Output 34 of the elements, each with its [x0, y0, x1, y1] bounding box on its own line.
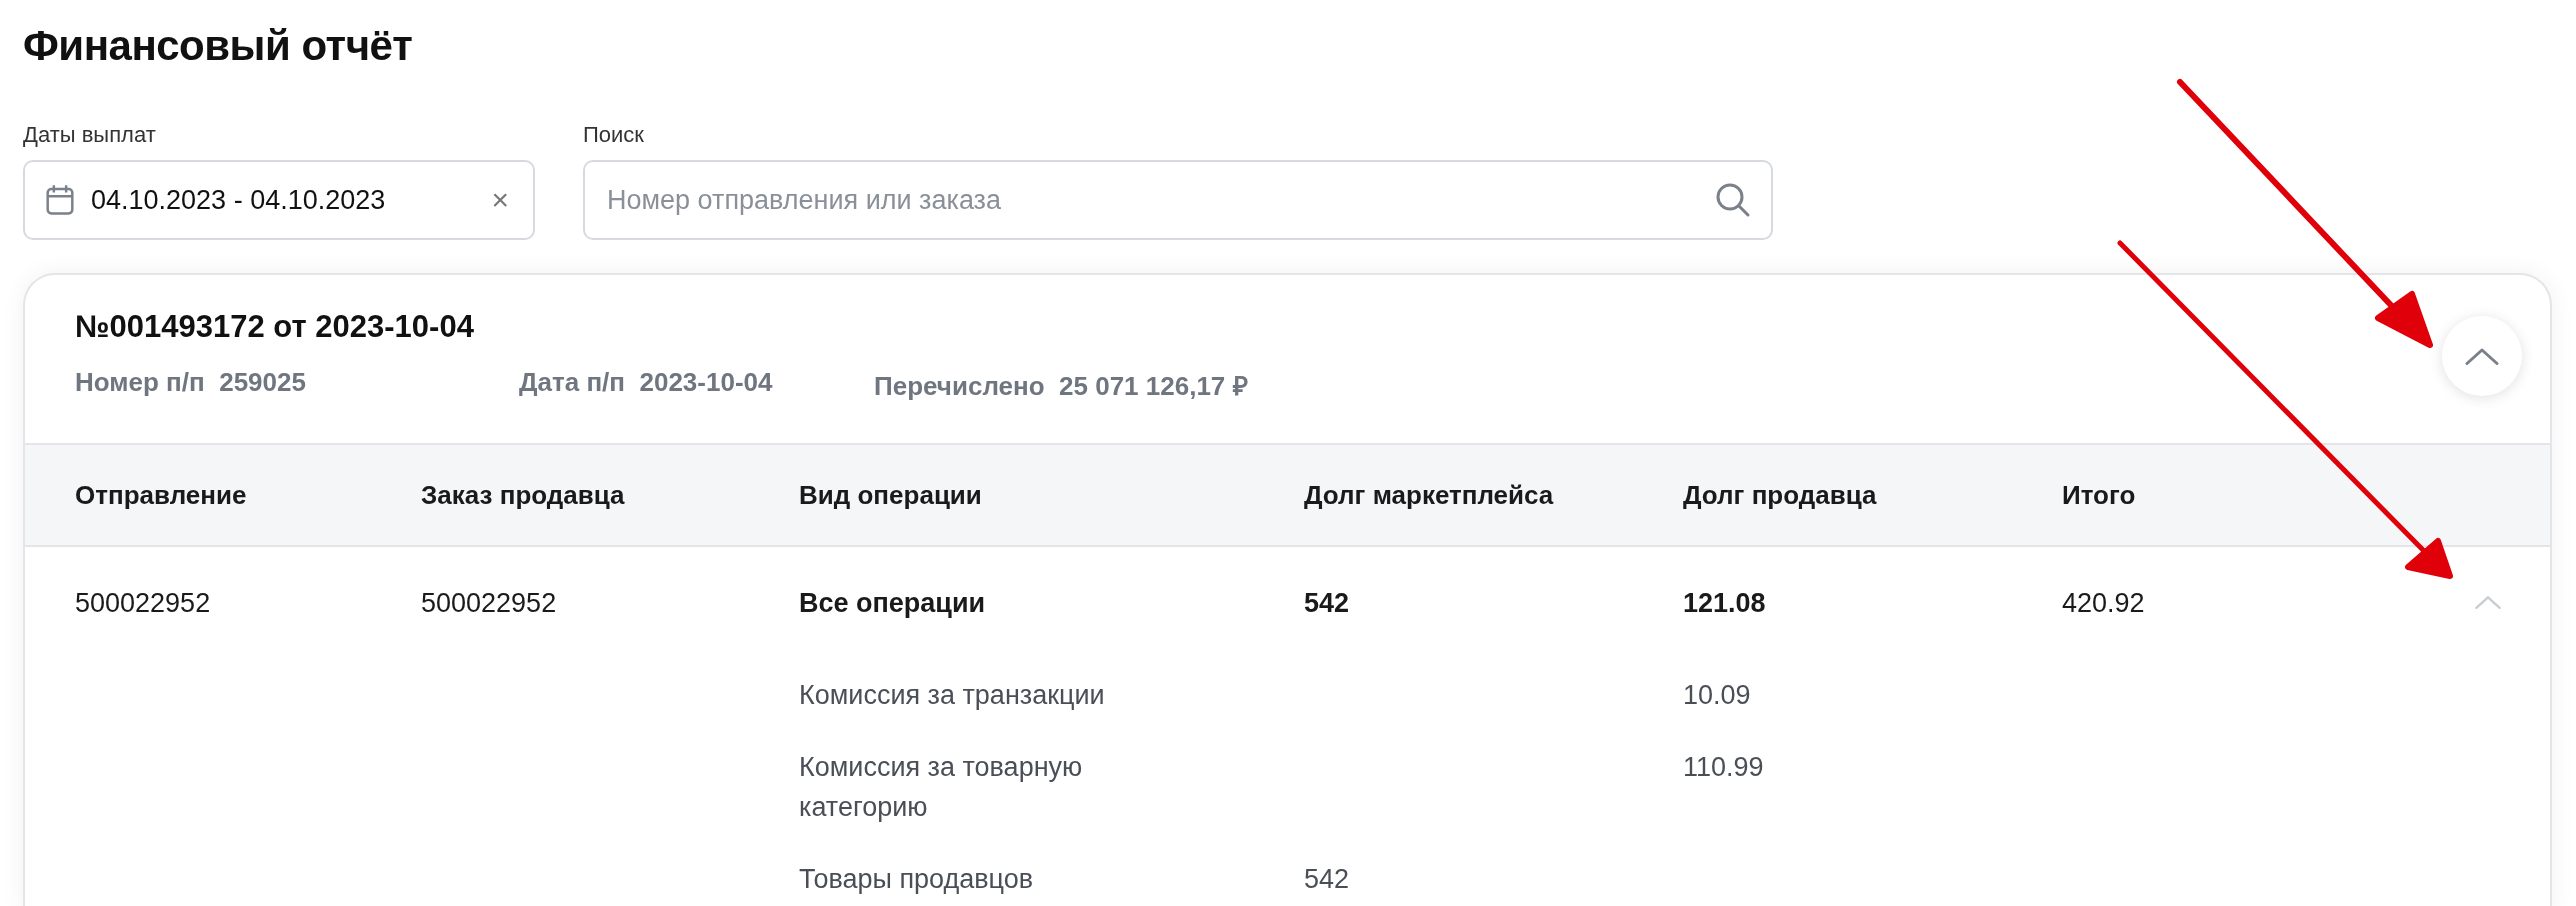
table-cell-text: Все операции	[799, 587, 987, 620]
search-input[interactable]: Номер отправления или заказа	[605, 183, 1699, 217]
table-cell-text: 420.92	[2062, 587, 2146, 620]
search-icon	[1715, 182, 1751, 218]
table-cell-text: 110.99	[1683, 751, 1765, 784]
report-meta: Перечислено 25 071 126,17 ₽	[874, 370, 1249, 403]
column-header: Заказ продавца	[421, 479, 626, 511]
column-header: Итого	[2062, 479, 2137, 511]
date-range-value: 04.10.2023 - 04.10.2023	[91, 184, 387, 216]
table-cell-text: 500022952	[421, 587, 558, 620]
table-cell-text: 500022952	[75, 587, 212, 620]
search-field[interactable]: Номер отправления или заказа	[583, 160, 1773, 240]
table-cell-text: Товары продавцов	[799, 863, 1035, 896]
table-cell-text: 10.09	[1683, 679, 1752, 712]
report-meta: Дата п/п 2023-10-04	[519, 367, 774, 399]
chevron-icon	[2464, 347, 2500, 365]
table-cell-text: Комиссия за товарную категорию	[799, 751, 1084, 824]
clear-button[interactable]: ×	[487, 183, 513, 217]
column-header: Долг маркетплейса	[1304, 479, 1555, 511]
table-cell-text: 542	[1304, 587, 1351, 620]
column-header: Вид операции	[799, 479, 983, 511]
report-meta: Номер п/п 259025	[75, 367, 307, 399]
report-title: №001493172 от 2023-10-04	[75, 309, 475, 345]
table-cell-text: 542	[1304, 863, 1351, 896]
page-title: Финансовый отчёт	[23, 21, 414, 70]
table-cell-text: Комиссия за транзакции	[799, 679, 1106, 712]
table-cell-text: 121.08	[1683, 587, 1767, 620]
field-label: Даты выплат	[23, 122, 157, 148]
chevron-icon	[2474, 594, 2502, 609]
date-range-field[interactable]: 04.10.2023 - 04.10.2023 ×	[23, 160, 535, 240]
calendar-icon	[45, 184, 75, 216]
column-header: Долг продавца	[1683, 479, 1878, 511]
column-header: Отправление	[75, 479, 248, 511]
field-label: Поиск	[583, 122, 645, 148]
